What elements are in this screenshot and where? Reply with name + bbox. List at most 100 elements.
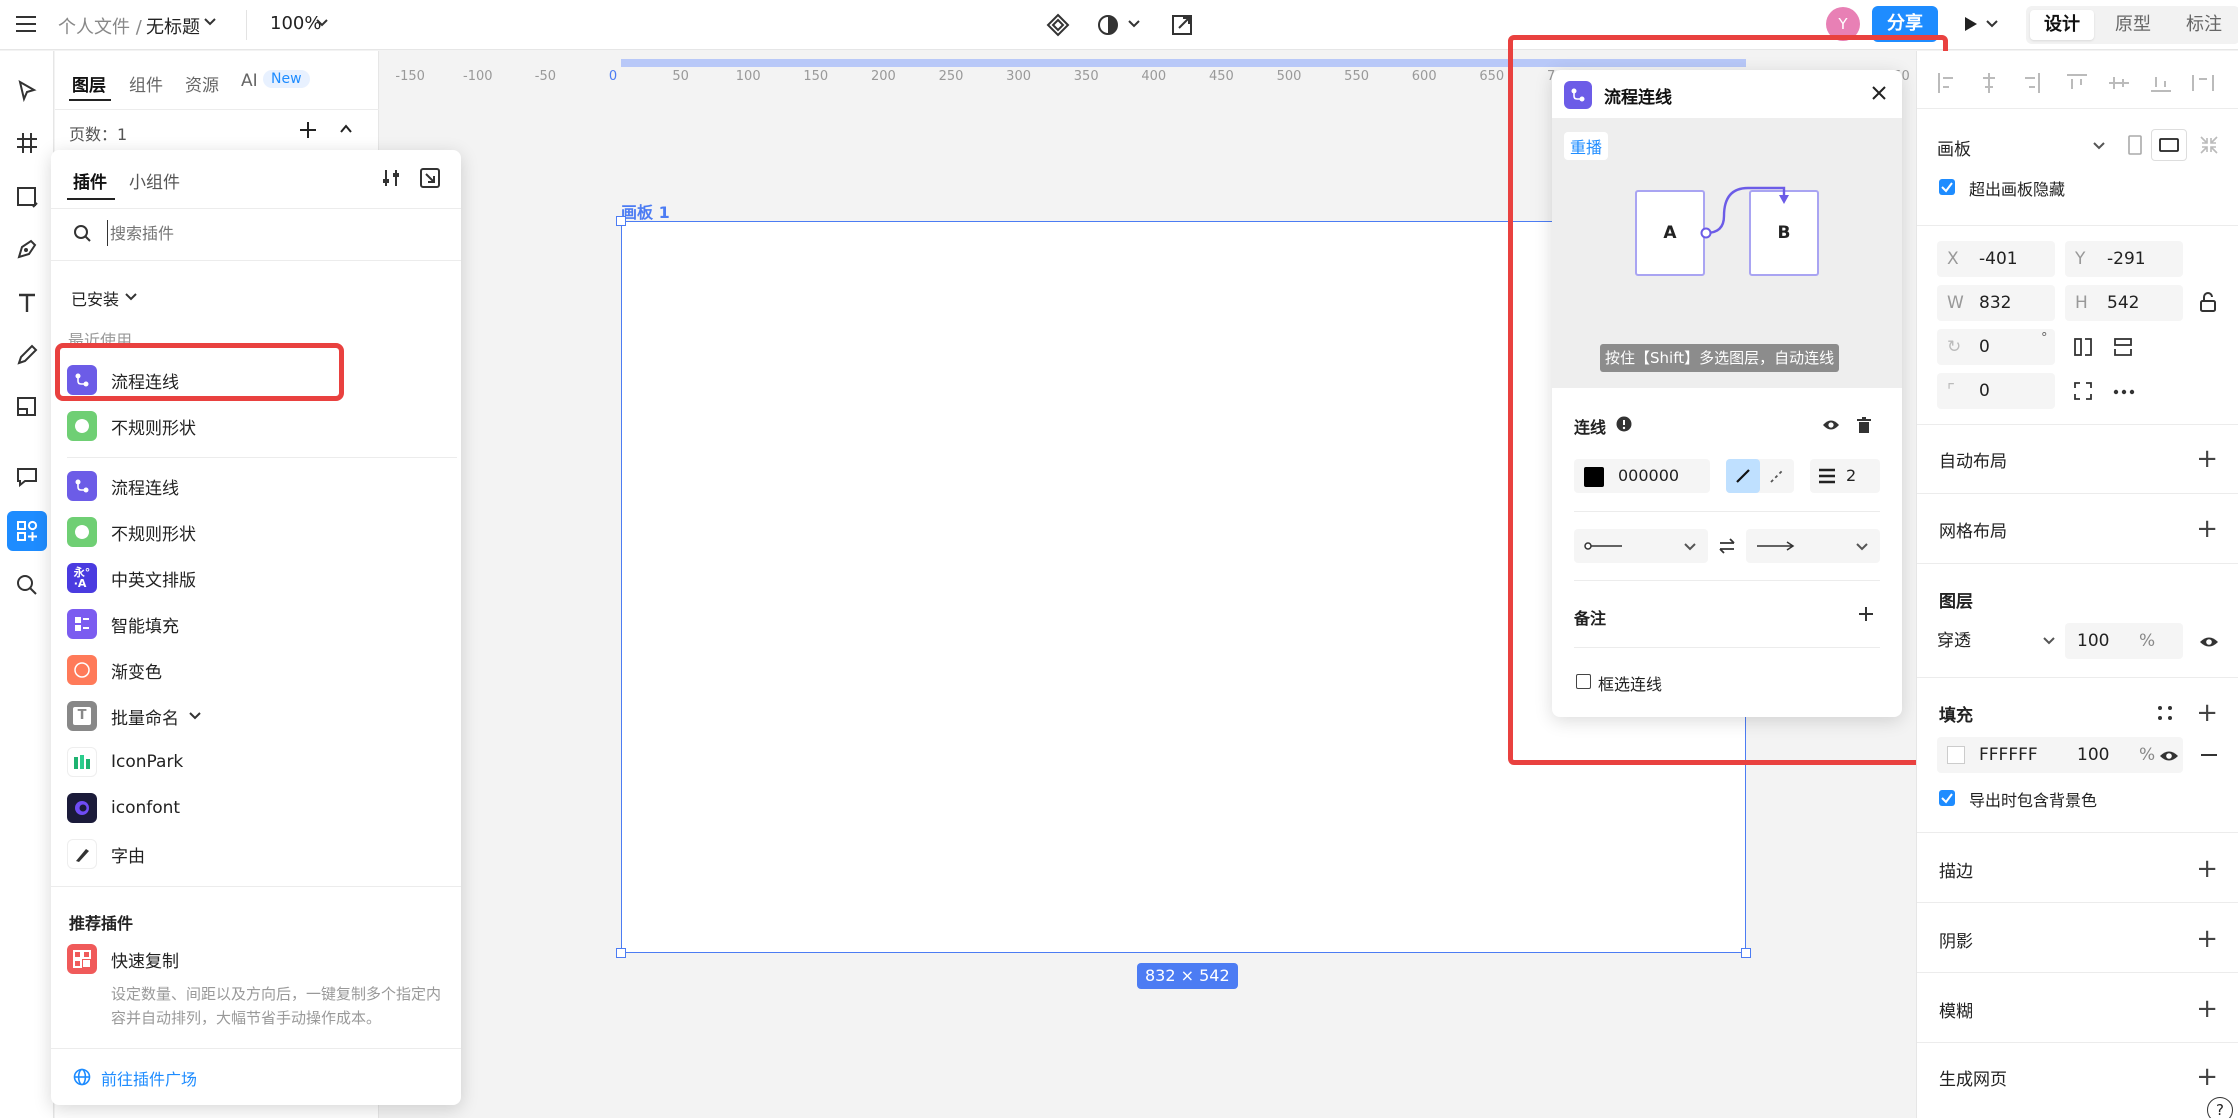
file-title[interactable]: 无标题 (146, 13, 200, 39)
radius-field[interactable]: ⌜ 0 (1937, 373, 2055, 409)
tab-assets[interactable]: 资源 (185, 71, 219, 96)
collapse-icon[interactable] (339, 123, 353, 135)
tab-ai[interactable]: AI (241, 71, 258, 91)
plugin-item[interactable]: 不规则形状 (67, 407, 447, 445)
clip-content-checkbox[interactable] (1939, 179, 1955, 195)
slice-tool[interactable] (7, 387, 47, 427)
move-tool[interactable] (7, 71, 47, 111)
add-stroke-icon[interactable]: + (2196, 856, 2218, 882)
x-field[interactable]: X -401 (1937, 241, 2055, 277)
frame-type-value[interactable]: 画板 (1937, 135, 1971, 160)
tab-layers[interactable]: 图层 (72, 71, 106, 96)
tab-plugins[interactable]: 插件 (73, 168, 107, 193)
menu-icon[interactable] (16, 14, 38, 34)
chevron-down-icon[interactable] (189, 711, 201, 721)
tab-design[interactable]: 设计 (2030, 10, 2094, 40)
plugin-item[interactable]: 流程连线 (67, 467, 447, 505)
frame-tool[interactable] (7, 123, 47, 163)
align-icons[interactable] (1937, 73, 2237, 93)
fill-color-field[interactable]: FFFFFF (1937, 737, 2071, 773)
plugin-item-quick-copy[interactable]: 快速复制 (67, 940, 447, 978)
lock-ratio-icon[interactable] (2199, 291, 2217, 313)
plugin-item[interactable]: 不规则形状 (67, 513, 447, 551)
add-shadow-icon[interactable]: + (2196, 926, 2218, 952)
fit-icon[interactable] (2199, 135, 2219, 155)
layer-opacity-value[interactable]: 100 (2077, 623, 2109, 659)
blend-mode-select[interactable]: 穿透 (1937, 623, 2071, 659)
fill-swatch[interactable] (1947, 746, 1965, 764)
resize-handle[interactable] (616, 948, 626, 958)
portrait-icon[interactable] (2127, 135, 2143, 155)
add-generate-web-icon[interactable]: + (2196, 1064, 2218, 1090)
add-auto-layout-icon[interactable]: + (2196, 446, 2218, 472)
radius-value[interactable]: 0 (1979, 373, 1990, 409)
chevron-down-icon[interactable] (316, 18, 328, 28)
eye-icon[interactable] (2159, 749, 2179, 763)
x-value[interactable]: -401 (1979, 241, 2018, 277)
comment-tool[interactable] (7, 457, 47, 497)
pen-tool[interactable] (7, 229, 47, 269)
more-icon[interactable] (2113, 389, 2135, 395)
search-input[interactable] (107, 220, 437, 246)
export-bg-checkbox[interactable] (1939, 790, 1955, 806)
frame-type-select[interactable]: 画板 (1937, 127, 2105, 163)
plugin-item[interactable]: 永° ·A 中英文排版 (67, 559, 447, 597)
tab-prototype[interactable]: 原型 (2101, 10, 2165, 40)
theme-icon[interactable] (1096, 13, 1120, 37)
remove-fill-icon[interactable] (2201, 754, 2217, 758)
export-bg-label[interactable]: 导出时包含背景色 (1969, 787, 2097, 811)
add-grid-layout-icon[interactable]: + (2196, 516, 2218, 542)
chevron-down-icon[interactable] (204, 17, 216, 27)
style-grid-icon[interactable] (2157, 705, 2173, 721)
independent-corners-icon[interactable] (2073, 381, 2093, 401)
landscape-icon[interactable] (2151, 129, 2187, 161)
play-icon[interactable] (1962, 15, 1980, 33)
plugin-market-link[interactable]: 前往插件广场 (101, 1066, 197, 1090)
zoom-level[interactable]: 100% (270, 13, 321, 34)
layer-opacity-field[interactable]: 100 % (2065, 623, 2183, 659)
artboard-label[interactable]: 画板 1 (621, 199, 670, 223)
text-tool[interactable] (7, 283, 47, 323)
w-value[interactable]: 832 (1979, 285, 2011, 321)
resize-handle[interactable] (616, 216, 626, 226)
chevron-down-icon[interactable] (1986, 19, 1998, 29)
rotation-field[interactable]: ↻ 0 ° (1937, 329, 2055, 365)
search-tool[interactable] (7, 565, 47, 605)
w-field[interactable]: W 832 (1937, 285, 2055, 321)
blend-mode-value[interactable]: 穿透 (1937, 623, 1971, 659)
add-fill-icon[interactable]: + (2196, 700, 2218, 726)
plugin-item[interactable]: iconfont (67, 789, 447, 827)
add-blur-icon[interactable]: + (2196, 996, 2218, 1022)
breadcrumb[interactable]: 个人文件 / (58, 13, 142, 39)
h-value[interactable]: 542 (2107, 285, 2139, 321)
h-field[interactable]: H 542 (2065, 285, 2183, 321)
clip-content-label[interactable]: 超出画板隐藏 (1969, 176, 2065, 200)
tab-components[interactable]: 组件 (129, 71, 163, 96)
flip-horizontal-icon[interactable] (2073, 337, 2093, 357)
open-external-icon[interactable] (419, 167, 441, 189)
rotation-value[interactable]: 0 (1979, 329, 1990, 365)
chevron-down-icon[interactable] (2043, 623, 2055, 659)
installed-filter[interactable]: 已安装 (71, 286, 119, 310)
y-value[interactable]: -291 (2107, 241, 2146, 277)
y-field[interactable]: Y -291 (2065, 241, 2183, 277)
component-icon[interactable] (1046, 13, 1070, 37)
eye-icon[interactable] (2199, 635, 2219, 649)
plugin-item[interactable]: 字由 (67, 835, 447, 873)
plugin-tool[interactable] (7, 511, 47, 551)
plugin-item[interactable]: 智能填充 (67, 605, 447, 643)
flip-vertical-icon[interactable] (2113, 337, 2133, 357)
plugin-item[interactable]: T 批量命名 (67, 697, 447, 735)
add-page-icon[interactable] (299, 121, 317, 139)
resize-handle[interactable] (1741, 948, 1751, 958)
tab-annotation[interactable]: 标注 (2172, 10, 2236, 40)
chevron-down-icon[interactable] (125, 292, 137, 302)
shape-tool[interactable] (7, 177, 47, 217)
export-icon[interactable] (1170, 13, 1194, 37)
tab-widgets[interactable]: 小组件 (129, 168, 180, 193)
fill-opacity-value[interactable]: 100 (2077, 737, 2109, 773)
plugin-item[interactable]: IconPark (67, 743, 447, 781)
settings-sliders-icon[interactable] (381, 168, 401, 188)
pencil-tool[interactable] (7, 335, 47, 375)
fill-color-value[interactable]: FFFFFF (1979, 737, 2038, 773)
